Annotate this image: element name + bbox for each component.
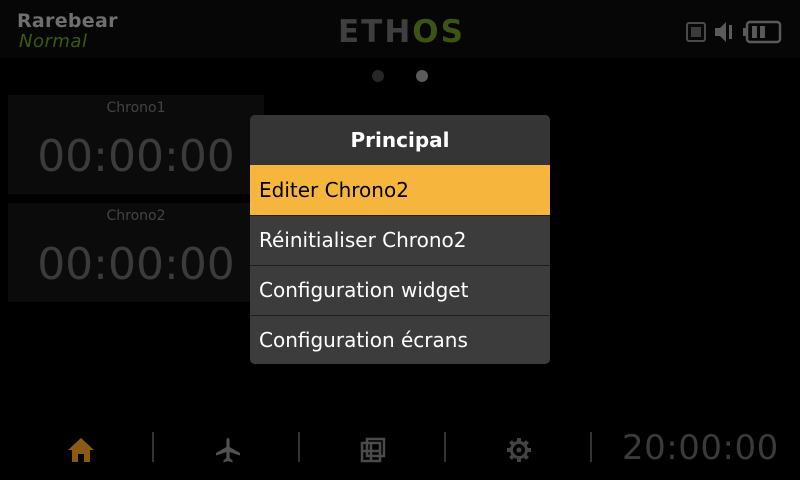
logo-text-eth: ETH — [338, 14, 413, 50]
timer-widget-chrono2[interactable]: Chrono2 00:00:00 — [8, 203, 264, 302]
model-button[interactable] — [208, 432, 248, 472]
layout-icon — [360, 437, 386, 467]
model-name[interactable]: Rarebear — [17, 10, 118, 32]
battery-icon — [742, 20, 782, 48]
page-dot-1[interactable] — [372, 70, 384, 82]
context-menu: Principal Editer Chrono2 Réinitialiser C… — [250, 115, 550, 364]
menu-item-screens-config[interactable]: Configuration écrans — [250, 315, 550, 364]
page-indicator — [372, 70, 428, 82]
page-dot-2[interactable] — [416, 70, 428, 82]
nav-separator — [444, 432, 446, 462]
home-button[interactable] — [61, 432, 101, 472]
status-icons — [686, 20, 782, 48]
menu-item-widget-config[interactable]: Configuration widget — [250, 265, 550, 315]
logo-text-os: OS — [412, 14, 465, 50]
system-button[interactable] — [353, 432, 393, 472]
bottom-bar: 20:00:00 — [0, 420, 800, 480]
menu-item-edit-chrono2[interactable]: Editer Chrono2 — [250, 165, 550, 215]
gear-icon — [506, 437, 532, 467]
settings-button[interactable] — [499, 432, 539, 472]
widget-label: Chrono2 — [106, 208, 166, 224]
ethos-logo: ETHOS — [338, 14, 465, 50]
flight-mode: Normal — [19, 31, 88, 52]
system-clock: 20:00:00 — [622, 428, 779, 468]
timer-value: 00:00:00 — [37, 131, 235, 182]
airplane-icon — [214, 436, 242, 468]
widget-label: Chrono1 — [106, 100, 166, 116]
top-bar: Rarebear Normal ETHOS — [0, 0, 800, 58]
menu-title: Principal — [250, 115, 550, 165]
timer-value: 00:00:00 — [37, 239, 235, 290]
sd-card-icon — [686, 22, 706, 46]
nav-separator — [590, 432, 592, 462]
menu-item-reset-chrono2[interactable]: Réinitialiser Chrono2 — [250, 215, 550, 265]
home-icon — [66, 436, 96, 468]
nav-separator — [298, 432, 300, 462]
timer-widget-chrono1[interactable]: Chrono1 00:00:00 — [8, 95, 264, 194]
nav-separator — [152, 432, 154, 462]
speaker-icon[interactable] — [712, 20, 736, 48]
